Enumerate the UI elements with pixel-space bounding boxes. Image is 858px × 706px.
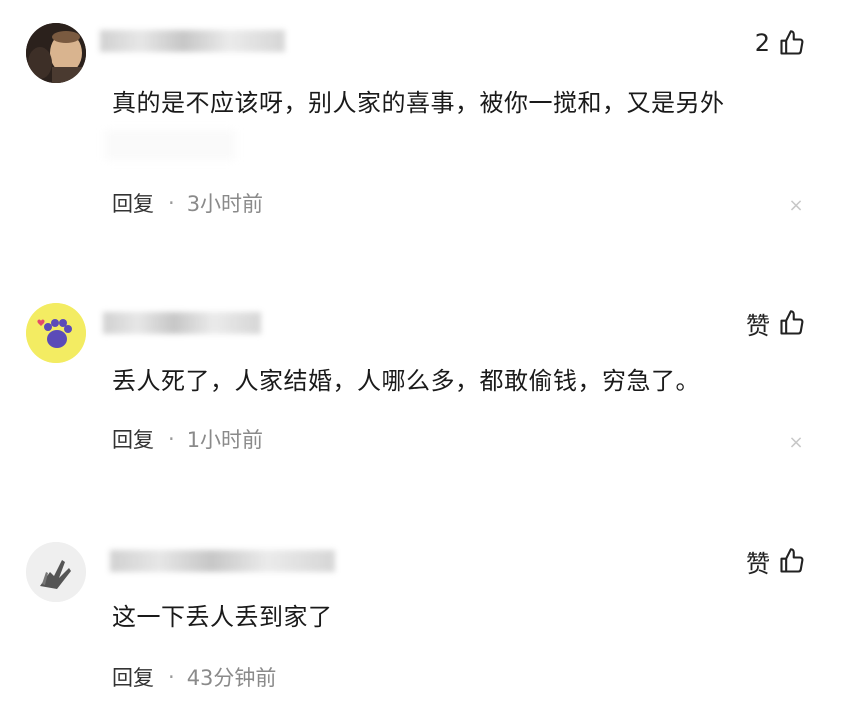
close-icon[interactable]: × <box>787 197 805 215</box>
reply-button[interactable]: 回复 <box>112 424 154 454</box>
thumbs-up-icon <box>780 310 804 335</box>
like-button[interactable]: 赞 <box>746 307 806 340</box>
meta-separator: · <box>168 427 175 451</box>
comment-text: 真的是不应该呀，别人家的喜事，被你一搅和，又是另外 <box>112 89 725 117</box>
like-button[interactable]: 2 <box>755 27 806 59</box>
username-blurred <box>110 550 335 572</box>
avatar[interactable] <box>26 23 86 83</box>
comment-time: 1小时前 <box>186 428 264 452</box>
comment-text: 这一下丢人丢到家了 <box>112 603 333 631</box>
avatar[interactable] <box>26 542 86 602</box>
like-label: 赞 <box>746 549 770 578</box>
thumbs-up-icon <box>780 548 804 573</box>
comment-meta: 回复 · 3小时前 <box>112 188 263 218</box>
comment-time: 3小时前 <box>186 192 264 216</box>
username-blurred <box>100 30 285 52</box>
comment-time: 43分钟前 <box>186 666 277 690</box>
like-count: 2 <box>754 29 770 57</box>
thumbs-up-icon <box>780 30 804 55</box>
close-icon[interactable]: × <box>787 434 805 452</box>
avatar-image <box>26 23 86 83</box>
avatar[interactable] <box>26 303 86 363</box>
comment-meta: 回复 · 43分钟前 <box>112 662 276 692</box>
blurred-overflow-text <box>105 130 235 160</box>
like-label: 赞 <box>746 311 770 340</box>
avatar-image <box>26 542 86 602</box>
reply-button[interactable]: 回复 <box>112 188 154 218</box>
meta-separator: · <box>168 665 175 689</box>
username-blurred <box>103 312 261 334</box>
meta-separator: · <box>168 191 175 215</box>
avatar-image <box>26 303 86 363</box>
reply-button[interactable]: 回复 <box>112 662 154 692</box>
comment-text: 丢人死了，人家结婚，人哪么多，都敢偷钱，穷急了。 <box>112 367 700 395</box>
comment-meta: 回复 · 1小时前 <box>112 424 263 454</box>
like-button[interactable]: 赞 <box>746 545 806 578</box>
